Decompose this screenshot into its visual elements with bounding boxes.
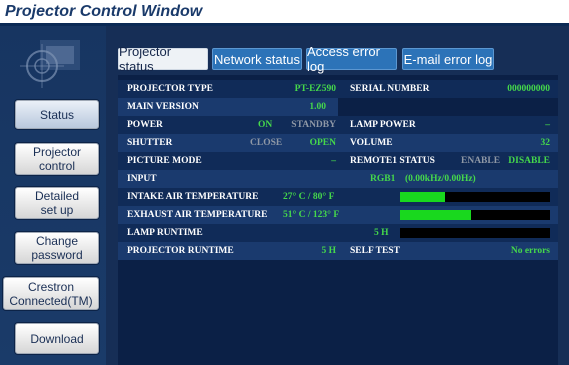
status-row: SHUTTER CLOSE OPEN VOLUME 32 (118, 134, 558, 152)
main-version-label: MAIN VERSION (127, 102, 199, 112)
intake-air-temp-value: 27° C / 80° F (283, 192, 335, 202)
status-row: LAMP RUNTIME 5 H (118, 224, 558, 242)
status-row: INPUT RGB1 (0.00kHz/0.00Hz) (118, 170, 558, 188)
input-frequency-value: (0.00kHz/0.00Hz) (405, 174, 476, 184)
shutter-label: SHUTTER (127, 138, 173, 148)
status-panel: PROJECTOR TYPE PT-EZ590 SERIAL NUMBER 00… (118, 75, 558, 365)
picture-mode-label: PICTURE MODE (127, 156, 202, 166)
self-test-value: No errors (510, 246, 550, 256)
picture-mode-value: – (331, 156, 336, 166)
power-standby-value: STANDBY (291, 120, 336, 130)
status-row: PROJECTOR TYPE PT-EZ590 SERIAL NUMBER 00… (118, 80, 558, 98)
status-row: MAIN VERSION 1.00 (118, 98, 338, 116)
status-row: PICTURE MODE – REMOTE1 STATUS ENABLE DIS… (118, 152, 558, 170)
input-value: RGB1 (370, 174, 396, 184)
tab-email-error-log[interactable]: E-mail error log (402, 48, 494, 70)
lamp-power-label: LAMP POWER (350, 120, 416, 130)
lamp-runtime-value: 5 H (374, 228, 389, 238)
serial-number-label: SERIAL NUMBER (350, 84, 430, 94)
title-bar: Projector Control Window (0, 0, 569, 26)
lamp-runtime-gauge (400, 228, 550, 238)
main-version-value: 1.00 (309, 102, 326, 112)
nav-status-button[interactable]: Status (15, 100, 99, 129)
lamp-power-value: – (545, 120, 550, 130)
serial-number-value: 000000000 (507, 84, 550, 94)
nav-detailed-setup-button[interactable]: Detailed set up (15, 187, 99, 219)
status-row: EXHAUST AIR TEMPERATURE 51° C / 123° F (118, 206, 558, 224)
intake-temp-gauge (400, 192, 550, 202)
status-row: POWER ON STANDBY LAMP POWER – (118, 116, 558, 134)
tab-access-error-log[interactable]: Access error log (306, 44, 397, 74)
intake-air-temp-label: INTAKE AIR TEMPERATURE (127, 192, 259, 202)
projector-runtime-label: PROJECTOR RUNTIME (127, 246, 234, 256)
power-label: POWER (127, 120, 163, 130)
status-row: INTAKE AIR TEMPERATURE 27° C / 80° F (118, 188, 558, 206)
window-title: Projector Control Window (5, 3, 203, 20)
projector-type-label: PROJECTOR TYPE (127, 84, 213, 94)
tab-projector-status[interactable]: Projector status (118, 44, 208, 74)
projector-logo-icon (20, 40, 80, 88)
volume-label: VOLUME (350, 138, 393, 148)
self-test-label: SELF TEST (350, 246, 400, 256)
power-on-value: ON (258, 120, 273, 130)
sidebar: Status Projector control Detailed set up… (0, 26, 106, 365)
remote1-enable-value: ENABLE (461, 156, 501, 166)
projector-type-value: PT-EZ590 (294, 84, 336, 94)
nav-crestron-button[interactable]: Crestron Connected(TM) (3, 277, 99, 310)
shutter-open-value: OPEN (309, 138, 336, 148)
exhaust-air-temp-value: 51° C / 123° F (283, 210, 340, 220)
tab-network-status[interactable]: Network status (212, 48, 302, 70)
remote1-status-label: REMOTE1 STATUS (350, 156, 435, 166)
input-label: INPUT (127, 174, 157, 184)
nav-download-button[interactable]: Download (15, 323, 99, 354)
nav-change-password-button[interactable]: Change password (15, 232, 99, 264)
intake-temp-gauge-fill (400, 192, 445, 202)
lamp-runtime-label: LAMP RUNTIME (127, 228, 203, 238)
shutter-close-value: CLOSE (250, 138, 283, 148)
projector-runtime-value: 5 H (321, 246, 336, 256)
exhaust-temp-gauge-fill (400, 210, 471, 220)
exhaust-temp-gauge (400, 210, 550, 220)
remote1-disable-value: DISABLE (508, 156, 550, 166)
status-row: PROJECTOR RUNTIME 5 H SELF TEST No error… (118, 242, 558, 260)
nav-projector-control-button[interactable]: Projector control (15, 143, 99, 175)
volume-value: 32 (540, 138, 551, 148)
main-content: Projector status Network status Access e… (106, 26, 569, 365)
exhaust-air-temp-label: EXHAUST AIR TEMPERATURE (127, 210, 268, 220)
